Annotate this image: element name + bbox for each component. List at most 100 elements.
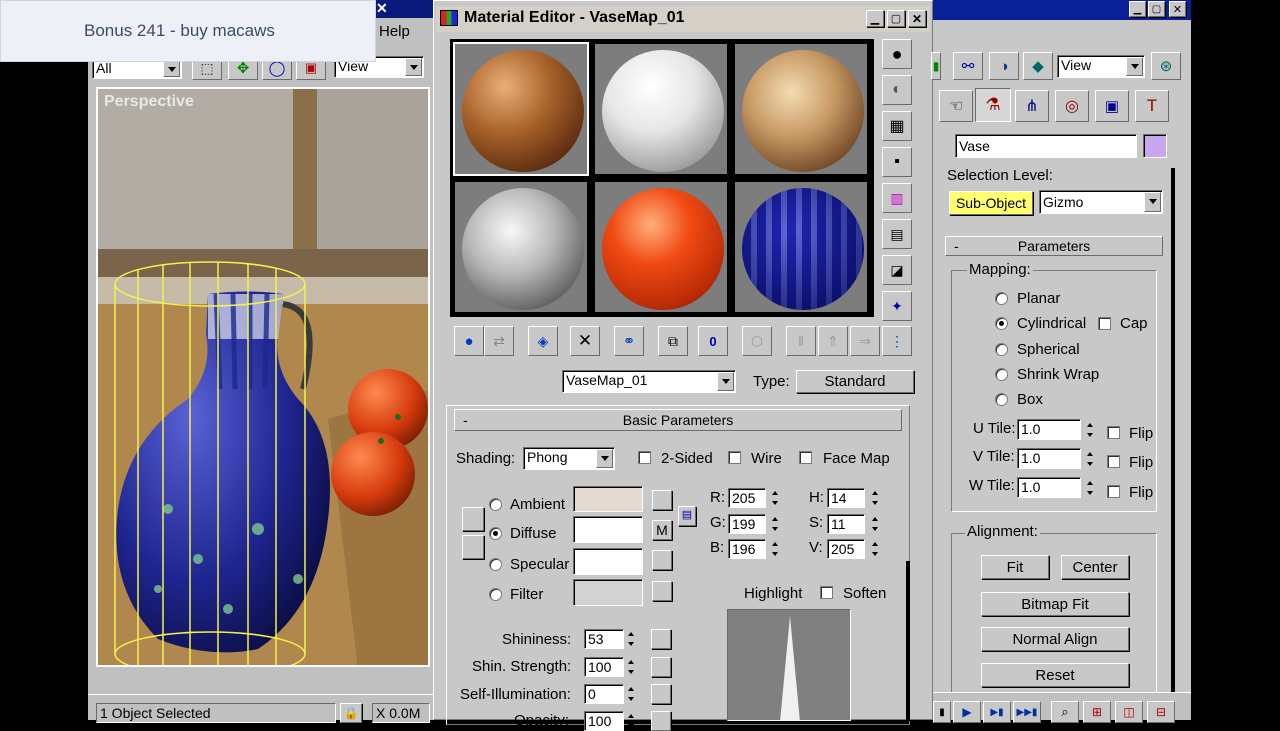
material-navigator-button[interactable]: ⋮ <box>882 326 912 356</box>
sub-object-button[interactable]: Sub-Object <box>949 191 1033 215</box>
ambient-map-button[interactable] <box>652 490 672 510</box>
command-panel-scrollbar[interactable] <box>1171 168 1175 698</box>
link-icon[interactable]: ⚯ <box>953 52 983 80</box>
minimize-button[interactable]: ▁ <box>866 10 884 27</box>
v-spinner[interactable] <box>870 539 881 559</box>
shin-strength-map-button[interactable] <box>651 657 671 677</box>
menu-help[interactable]: Help <box>379 23 410 40</box>
opacity-spinner[interactable] <box>626 711 637 731</box>
lock-ambient-diffuse-button[interactable] <box>462 507 484 531</box>
cylindrical-radio[interactable] <box>995 317 1008 330</box>
w-flip-checkbox[interactable] <box>1107 485 1120 498</box>
reset-map-button[interactable]: ✕ <box>570 326 600 356</box>
tab-create[interactable]: ☜ <box>939 90 973 122</box>
tab-hierarchy[interactable]: ⋔ <box>1015 90 1049 122</box>
self-illum-map-button[interactable] <box>651 684 671 704</box>
h-spinner[interactable] <box>870 488 881 508</box>
tab-display[interactable]: ▣ <box>1095 90 1129 122</box>
w-tile-input[interactable]: 1.0 <box>1017 477 1081 498</box>
g-spinner[interactable] <box>770 514 781 534</box>
self-illum-input[interactable]: 0 <box>584 684 624 704</box>
tab-motion[interactable]: ◎ <box>1055 90 1089 122</box>
u-tile-input[interactable]: 1.0 <box>1017 419 1081 440</box>
sample-slot-2[interactable] <box>593 42 729 176</box>
go-to-parent-button[interactable]: ⇑ <box>818 326 848 356</box>
v-tile-spinner[interactable] <box>1085 449 1096 469</box>
diffuse-map-button[interactable]: M <box>652 520 672 540</box>
gizmo-dropdown[interactable]: Gizmo <box>1039 190 1163 214</box>
parameters-rollout-header[interactable]: - Parameters <box>945 236 1163 256</box>
chevron-down-icon[interactable] <box>1144 192 1161 212</box>
select-object-icon[interactable]: ◆ <box>1023 52 1053 80</box>
sample-slot-4[interactable] <box>453 180 589 314</box>
s-spinner[interactable] <box>870 514 881 534</box>
material-type-button[interactable]: Standard <box>796 370 914 393</box>
shin-strength-spinner[interactable] <box>626 657 637 677</box>
rollout-scrollbar[interactable] <box>906 561 910 721</box>
ambient-radio[interactable] <box>489 498 502 511</box>
two-sided-checkbox[interactable] <box>638 451 651 464</box>
w-tile-spinner[interactable] <box>1085 478 1096 498</box>
diffuse-color-swatch[interactable] <box>573 516 643 543</box>
backlight-button[interactable]: ◐ <box>882 75 912 105</box>
material-effects-channel-button[interactable]: 0 <box>698 326 728 356</box>
put-to-scene-button[interactable]: ⇄ <box>484 326 514 356</box>
basic-parameters-rollout-header[interactable]: - Basic Parameters <box>454 409 902 431</box>
show-end-result-button[interactable]: ‖ <box>786 326 816 356</box>
view-dropdown[interactable]: View <box>1057 55 1145 78</box>
close-button[interactable]: ✕ <box>1169 1 1186 17</box>
h-input[interactable]: 14 <box>827 488 865 508</box>
toolbar-partial-icon[interactable]: ▮ <box>931 52 941 80</box>
chevron-down-icon[interactable] <box>717 372 734 391</box>
v-input[interactable]: 205 <box>827 539 865 559</box>
shininess-input[interactable]: 53 <box>584 629 624 649</box>
maximize-button[interactable]: ▢ <box>887 10 905 27</box>
sample-slot-3[interactable] <box>733 42 869 176</box>
get-material-button[interactable]: ● <box>454 326 484 356</box>
box-radio[interactable] <box>995 393 1008 406</box>
self-illum-spinner[interactable] <box>626 684 637 704</box>
opacity-map-button[interactable] <box>651 711 671 731</box>
show-map-in-viewport-button[interactable]: ⬡ <box>742 326 772 356</box>
options-button[interactable]: ◪ <box>882 255 912 285</box>
sample-slot-5[interactable] <box>593 180 729 314</box>
u-flip-checkbox[interactable] <box>1107 426 1120 439</box>
bitmap-fit-button[interactable]: Bitmap Fit <box>981 592 1129 616</box>
opacity-input[interactable]: 100 <box>584 711 624 731</box>
lock-map-button[interactable]: ▤ <box>678 506 696 526</box>
minimize-button[interactable]: ▁ <box>1129 1 1146 17</box>
assign-to-selection-button[interactable]: ◈ <box>528 326 558 356</box>
spherical-radio[interactable] <box>995 343 1008 356</box>
shin-strength-input[interactable]: 100 <box>584 657 624 677</box>
perspective-viewport[interactable]: Perspective <box>96 87 430 667</box>
chevron-down-icon[interactable] <box>405 58 422 76</box>
diffuse-radio[interactable] <box>489 527 502 540</box>
material-editor-title-bar[interactable]: Material Editor - VaseMap_01 ▁ ▢ ✕ <box>436 6 930 32</box>
shrink-wrap-radio[interactable] <box>995 368 1008 381</box>
shininess-map-button[interactable] <box>651 629 671 649</box>
cap-checkbox[interactable] <box>1098 317 1111 330</box>
b-spinner[interactable] <box>770 539 781 559</box>
filter-map-button[interactable] <box>652 581 672 601</box>
fit-button[interactable]: Fit <box>981 555 1049 579</box>
coord-x-field[interactable]: X 0.0M <box>372 703 430 723</box>
sample-uv-tiling-button[interactable]: ▪ <box>882 147 912 177</box>
command-title-bar[interactable]: ▁ ▢ ✕ <box>933 0 1191 20</box>
maximize-button[interactable]: ▢ <box>1148 1 1165 17</box>
object-name-input[interactable]: Vase <box>955 134 1137 158</box>
sample-slot-1[interactable] <box>453 42 589 176</box>
viewport-label[interactable]: Perspective <box>104 93 194 111</box>
shading-dropdown[interactable]: Phong <box>523 447 615 470</box>
s-input[interactable]: 11 <box>827 514 865 534</box>
chevron-down-icon[interactable] <box>1126 57 1143 76</box>
face-map-checkbox[interactable] <box>799 451 812 464</box>
pivot-icon[interactable]: ⊛ <box>1151 52 1181 80</box>
specular-radio[interactable] <box>489 558 502 571</box>
filter-color-swatch[interactable] <box>573 579 643 606</box>
material-name-dropdown[interactable]: VaseMap_01 <box>562 370 736 393</box>
reset-button[interactable]: Reset <box>981 663 1129 687</box>
chevron-down-icon[interactable] <box>163 60 180 77</box>
object-color-swatch[interactable] <box>1143 134 1167 158</box>
video-color-check-button[interactable]: ▥ <box>882 183 912 213</box>
ambient-color-swatch[interactable] <box>573 486 643 512</box>
